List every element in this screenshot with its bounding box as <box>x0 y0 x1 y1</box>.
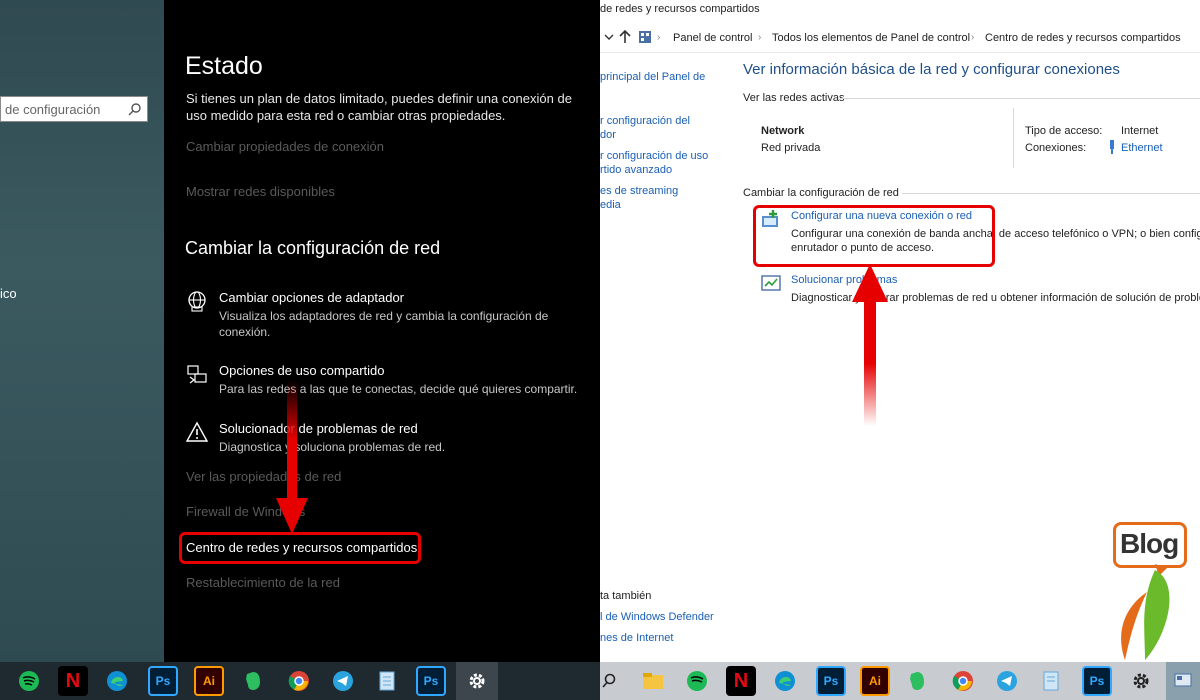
change-connection-properties-link[interactable]: Cambiar propiedades de conexión <box>186 139 384 154</box>
section-title: Cambiar la configuración de red <box>185 238 441 258</box>
view-network-properties-link[interactable]: Ver las propiedades de red <box>186 469 341 484</box>
leaf-logo-icon <box>1121 564 1170 660</box>
window-title: de redes y recursos compartidos <box>600 3 760 15</box>
notepad-icon[interactable] <box>1036 666 1066 696</box>
option-description: Para las redes a las que te conectas, de… <box>219 382 578 396</box>
blog-logo-text: Blog <box>1120 528 1179 559</box>
divider <box>840 98 1200 99</box>
address-bar[interactable]: › Panel de control › Todos los elementos… <box>600 24 1200 53</box>
show-available-networks-link[interactable]: Mostrar redes disponibles <box>186 184 335 199</box>
evernote-icon[interactable] <box>902 666 932 696</box>
globe-icon <box>188 291 206 312</box>
sidebar-link[interactable]: edia <box>600 198 621 213</box>
page-heading: Ver información básica de la red y confi… <box>743 61 1120 78</box>
control-panel-taskbar-icon[interactable] <box>1166 662 1200 700</box>
access-type-label: Tipo de acceso: <box>1025 125 1103 137</box>
sidebar-link[interactable]: principal del Panel de <box>600 70 705 85</box>
sidebar-link[interactable]: es de streaming <box>600 184 678 199</box>
sidebar-link[interactable]: r configuración de uso <box>600 149 708 164</box>
connections-label: Conexiones: <box>1025 142 1087 154</box>
breadcrumb-item[interactable]: Panel de control <box>673 32 753 44</box>
option-title: Solucionador de problemas de red <box>219 421 418 436</box>
breadcrumb-item[interactable]: Todos los elementos de Panel de control <box>772 32 970 44</box>
access-type-value: Internet <box>1121 125 1159 137</box>
taskbar: N Ps Ai Ps N Ps Ai Ps <box>0 662 1200 700</box>
warning-icon <box>186 421 208 442</box>
page-title: Estado <box>185 52 263 80</box>
sharing-icon <box>187 365 207 384</box>
ethernet-icon <box>1110 140 1114 154</box>
nav-item-fragment[interactable]: ico <box>0 286 17 301</box>
troubleshooter-item[interactable]: Solucionador de problemas de red Diagnos… <box>186 421 586 457</box>
adapter-options-item[interactable]: Cambiar opciones de adaptador Visualiza … <box>186 290 586 339</box>
sidebar-link[interactable]: l de Windows Defender <box>600 611 714 623</box>
up-arrow-icon[interactable] <box>619 30 631 44</box>
edge-icon[interactable] <box>102 666 132 696</box>
chrome-icon[interactable] <box>284 666 314 696</box>
change-config-label: Cambiar la configuración de red <box>743 187 899 199</box>
highlight-box <box>753 205 995 267</box>
divider <box>1013 108 1014 168</box>
chevron-down-icon[interactable] <box>604 32 614 42</box>
see-also-label: ta también <box>600 590 652 602</box>
breadcrumb-separator: › <box>971 32 975 43</box>
option-title: Cambiar opciones de adaptador <box>219 290 405 305</box>
option-description: Diagnostica y soluciona problemas de red… <box>219 440 446 454</box>
taskbar-right: N Ps Ai Ps <box>600 662 1200 700</box>
photoshop-icon[interactable]: Ps <box>148 666 178 696</box>
control-panel-icon <box>639 31 651 43</box>
network-name: Network <box>761 125 805 137</box>
telegram-icon[interactable] <box>992 666 1022 696</box>
search-placeholder: de configuración <box>5 102 101 117</box>
telegram-icon[interactable] <box>328 666 358 696</box>
settings-icon[interactable] <box>1126 666 1156 696</box>
photoshop-icon[interactable]: Ps <box>416 666 446 696</box>
search-icon[interactable] <box>594 666 624 696</box>
illustrator-icon[interactable]: Ai <box>194 666 224 696</box>
highlight-box <box>179 532 421 564</box>
breadcrumb-separator: › <box>657 32 661 43</box>
divider <box>902 193 1200 194</box>
sidebar-link[interactable]: r configuración del <box>600 114 690 129</box>
window-title-bar: de redes y recursos compartidos <box>600 0 1200 20</box>
notepad-icon[interactable] <box>372 666 402 696</box>
edge-icon[interactable] <box>770 666 800 696</box>
settings-left-pane: de configuración ico <box>0 0 164 662</box>
netflix-icon[interactable]: N <box>58 666 88 696</box>
arrow-down-icon <box>276 380 308 534</box>
search-icon <box>128 103 141 116</box>
illustrator-icon[interactable]: Ai <box>860 666 890 696</box>
settings-status-page: Estado Si tienes un plan de datos limita… <box>164 0 600 662</box>
photoshop-icon[interactable]: Ps <box>816 666 846 696</box>
netflix-icon[interactable]: N <box>726 666 756 696</box>
sidebar-link[interactable]: nes de Internet <box>600 632 673 644</box>
sharing-options-item[interactable]: Opciones de uso compartido Para las rede… <box>186 363 586 399</box>
page-description: Si tienes un plan de datos limitado, pue… <box>186 91 572 123</box>
sidebar-link[interactable]: dor <box>600 128 616 143</box>
evernote-icon[interactable] <box>238 666 268 696</box>
ethernet-link[interactable]: Ethernet <box>1121 142 1163 154</box>
network-type[interactable]: Red privada <box>761 142 820 154</box>
spotify-icon[interactable] <box>682 666 712 696</box>
option-description: Visualiza los adaptadores de red y cambi… <box>219 309 549 339</box>
option-title: Opciones de uso compartido <box>219 363 385 378</box>
breadcrumb-item[interactable]: Centro de redes y recursos compartidos <box>985 32 1181 44</box>
chrome-icon[interactable] <box>948 666 978 696</box>
arrow-up-icon <box>852 264 888 426</box>
spotify-icon[interactable] <box>14 666 44 696</box>
photoshop-icon[interactable]: Ps <box>1082 666 1112 696</box>
sidebar-link[interactable]: rtido avanzado <box>600 163 672 178</box>
network-reset-link[interactable]: Restablecimiento de la red <box>186 575 340 590</box>
settings-search-input[interactable]: de configuración <box>0 96 148 122</box>
file-explorer-icon[interactable] <box>638 666 668 696</box>
active-networks-label: Ver las redes activas <box>743 92 845 104</box>
breadcrumb-separator: › <box>758 32 762 43</box>
settings-icon[interactable] <box>456 662 498 700</box>
troubleshoot-icon <box>761 275 781 291</box>
